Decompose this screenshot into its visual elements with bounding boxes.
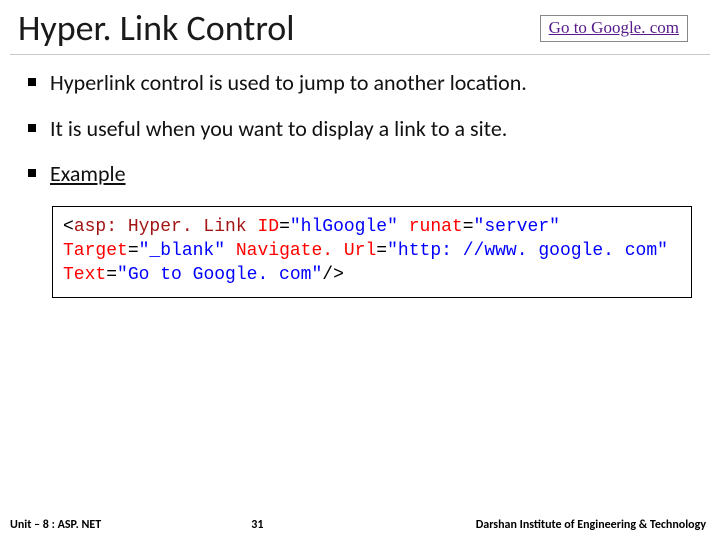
code-token: /> [322,265,344,285]
code-example: <asp: Hyper. Link ID="hlGoogle" runat="s… [52,206,692,299]
hyperlink-demo-link[interactable]: Go to Google. com [549,18,679,37]
code-token: "hlGoogle" [290,217,398,237]
footer-institute: Darshan Institute of Engineering & Techn… [476,518,706,532]
code-token [225,241,236,261]
slide-title: Hyper. Link Control [18,6,540,50]
bullet-item: Hyperlink control is used to jump to ano… [28,69,696,97]
title-row: Hyper. Link Control Go to Google. com [0,0,720,54]
slide: Hyper. Link Control Go to Google. com Hy… [0,0,720,540]
code-token: Navigate. Url [236,241,376,261]
code-token: "http: //www. google. com" [387,241,668,261]
bullet-item: It is useful when you want to display a … [28,115,696,143]
code-token: Target [63,241,128,261]
code-token: "Go to Google. com" [117,265,322,285]
code-token: Text [63,265,106,285]
bullet-item: Example [28,160,696,188]
code-token [398,217,409,237]
hyperlink-demo-box: Go to Google. com [540,15,688,42]
code-token: "_blank" [139,241,225,261]
footer-unit: Unit – 8 : ASP. NET [10,518,101,532]
code-token: = [463,217,474,237]
code-token: "server" [474,217,560,237]
example-label: Example [50,160,126,187]
code-token: = [128,241,139,261]
code-token: = [376,241,387,261]
code-token: = [106,265,117,285]
code-token: runat [409,217,463,237]
code-token: ID [257,217,279,237]
bullet-list: Hyperlink control is used to jump to ano… [0,55,720,188]
code-token: = [279,217,290,237]
code-token: < [63,217,74,237]
bullet-text: Hyperlink control is used to jump to ano… [50,69,527,96]
slide-footer: Unit – 8 : ASP. NET 31 Darshan Institute… [0,518,720,532]
code-token [247,217,258,237]
footer-page-number: 31 [251,518,263,532]
bullet-text: It is useful when you want to display a … [50,115,507,142]
code-token: asp: Hyper. Link [74,217,247,237]
